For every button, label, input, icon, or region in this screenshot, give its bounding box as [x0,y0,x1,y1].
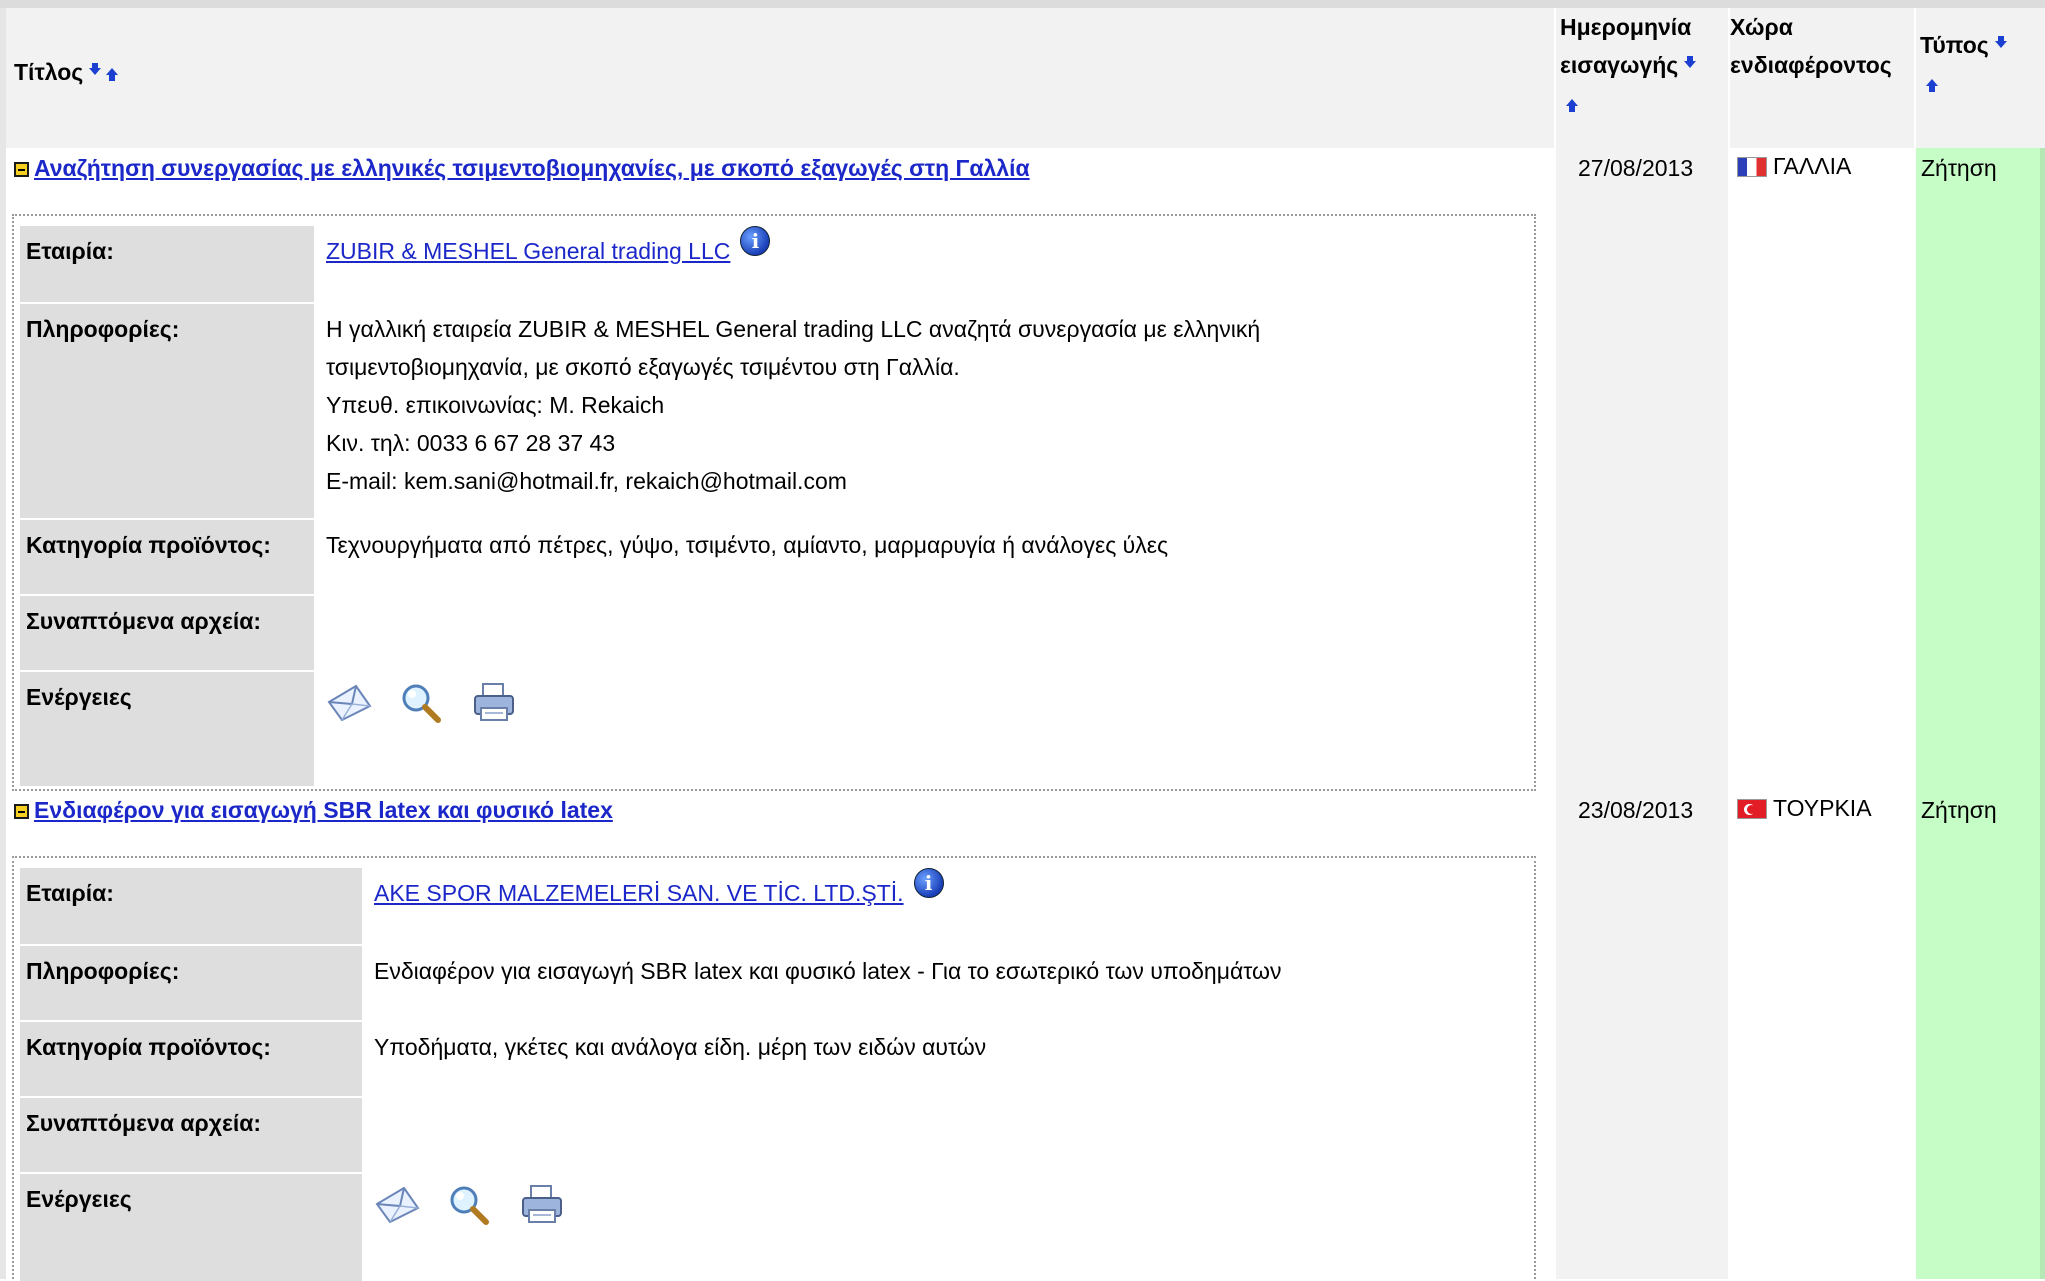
flag-france-icon [1737,156,1767,177]
header-title-cell: Τίτλος [6,8,1554,148]
record-type: Ζήτηση [1921,797,1997,823]
record-title-link[interactable]: Ενδιαφέρον για εισαγωγή SBR latex και φυ… [34,797,613,823]
detail-label: Κατηγορία προϊόντος: [20,1022,362,1096]
detail-label: Κατηγορία προϊόντος: [20,520,314,594]
info-line: Κιν. τηλ: 0033 6 67 28 37 43 [326,430,616,456]
record-type: Ζήτηση [1921,155,1997,181]
detail-actions [326,672,537,724]
header-type-label: Τύπος [1920,32,1989,58]
sort-desc-icon[interactable] [89,62,102,80]
detail-row-info: Πληροφορίες: Ενδιαφέρον για εισαγωγή SBR… [20,946,1528,1020]
left-border [0,8,6,1279]
detail-label: Πληροφορίες: [20,946,362,1020]
record-country: ΓΑΛΛΙΑ [1737,153,1851,180]
collapse-icon[interactable] [14,804,29,820]
header-date-label-1: Ημερομηνία [1560,14,1692,40]
info-icon[interactable]: i [740,226,771,256]
envelope-icon[interactable] [326,680,372,724]
detail-row-category: Κατηγορία προϊόντος: Υποδήματα, γκέτες κ… [20,1022,1528,1096]
detail-row-attachments: Συναπτόμενα αρχεία: [20,1098,1528,1172]
record-date: 23/08/2013 [1578,797,1694,823]
info-line: Υπευθ. επικοινωνίας: M. Rekaich [326,392,665,418]
flag-turkey-icon [1737,798,1767,819]
record-title-row: Αναζήτηση συνεργασίας με ελληνικές τσιμε… [14,155,1030,182]
printer-icon[interactable] [519,1182,565,1226]
record-country-name: ΤΟΥΡΚΙΑ [1773,795,1872,821]
detail-label: Ενέργειες [20,1174,362,1281]
record-detail-panel: Εταιρία: ZUBIR & MESHEL General trading … [12,214,1536,791]
date-column-bg [1556,148,1728,1279]
sort-asc-icon[interactable] [106,67,119,81]
info-line: τσιμεντοβιομηχανία, με σκοπό εξαγωγές τσ… [326,354,960,380]
header-title-label: Τίτλος [14,59,84,85]
sort-desc-icon[interactable] [1684,55,1697,73]
company-link[interactable]: AKE SPOR MALZEMELERİ SAN. VE TİC. LTD.ŞT… [374,880,904,906]
detail-value: Υποδήματα, γκέτες και ανάλογα είδη. μέρη… [374,1034,987,1060]
company-link[interactable]: ZUBIR & MESHEL General trading LLC [326,238,730,264]
collapse-icon[interactable] [14,162,29,178]
detail-label: Εταιρία: [20,868,362,944]
detail-label: Συναπτόμενα αρχεία: [20,1098,362,1172]
type-column-bg [1916,148,2045,1279]
detail-label: Συναπτόμενα αρχεία: [20,596,314,670]
detail-value: Ενδιαφέρον για εισαγωγή SBR latex και φυ… [374,958,1282,984]
header-country-label-1: Χώρα [1730,14,1793,40]
detail-label: Πληροφορίες: [20,304,314,518]
detail-row-category: Κατηγορία προϊόντος: Τεχνουργήματα από π… [20,520,1528,594]
detail-row-company: Εταιρία: ZUBIR & MESHEL General trading … [20,226,1528,302]
envelope-icon[interactable] [374,1182,420,1226]
record-title-row: Ενδιαφέρον για εισαγωγή SBR latex και φυ… [14,797,613,824]
info-line: Η γαλλική εταιρεία ZUBIR & MESHEL Genera… [326,316,1261,342]
record-date: 27/08/2013 [1578,155,1694,181]
header-date-cell: Ημερομηνία εισαγωγής [1556,8,1728,148]
top-border [0,0,2045,8]
record-country: ΤΟΥΡΚΙΑ [1737,795,1872,822]
info-line: E-mail: kem.sani@hotmail.fr, rekaich@hot… [326,468,847,494]
offers-table: Τίτλος Ημερομηνία εισαγωγής Χώρα ενδιαφέ… [0,0,2045,1281]
info-icon[interactable]: i [913,868,944,898]
detail-value: AKE SPOR MALZEMELERİ SAN. VE TİC. LTD.ŞT… [374,868,944,912]
printer-icon[interactable] [471,680,517,724]
magnifier-icon[interactable] [446,1182,492,1226]
detail-row-info: Πληροφορίες: Η γαλλική εταιρεία ZUBIR & … [20,304,1528,518]
detail-row-attachments: Συναπτόμενα αρχεία: [20,596,1528,670]
sort-desc-icon[interactable] [1994,35,2007,53]
record-title-link[interactable]: Αναζήτηση συνεργασίας με ελληνικές τσιμε… [34,155,1030,181]
header-country-cell: Χώρα ενδιαφέροντος [1730,8,1914,148]
sort-asc-icon[interactable] [1926,78,1938,92]
sort-asc-icon[interactable] [1566,98,1578,112]
scrollbar[interactable] [2040,148,2045,1279]
header-date-label-2: εισαγωγής [1560,52,1679,78]
detail-row-actions: Ενέργειες [20,1174,1528,1281]
detail-value: Τεχνουργήματα από πέτρες, γύψο, τσιμέντο… [326,532,1169,558]
header-country-label-2: ενδιαφέροντος [1730,52,1892,78]
record-detail-panel: Εταιρία: AKE SPOR MALZEMELERİ SAN. VE Tİ… [12,856,1536,1281]
magnifier-icon[interactable] [398,680,444,724]
detail-actions [374,1174,585,1226]
detail-label: Εταιρία: [20,226,314,302]
detail-row-company: Εταιρία: AKE SPOR MALZEMELERİ SAN. VE Tİ… [20,868,1528,944]
detail-value: Η γαλλική εταιρεία ZUBIR & MESHEL Genera… [326,304,1260,500]
detail-value: ZUBIR & MESHEL General trading LLC i [326,226,771,270]
header-type-cell: Τύπος [1916,8,2045,148]
detail-row-actions: Ενέργειες [20,672,1528,786]
detail-label: Ενέργειες [20,672,314,786]
record-country-name: ΓΑΛΛΙΑ [1773,153,1852,179]
